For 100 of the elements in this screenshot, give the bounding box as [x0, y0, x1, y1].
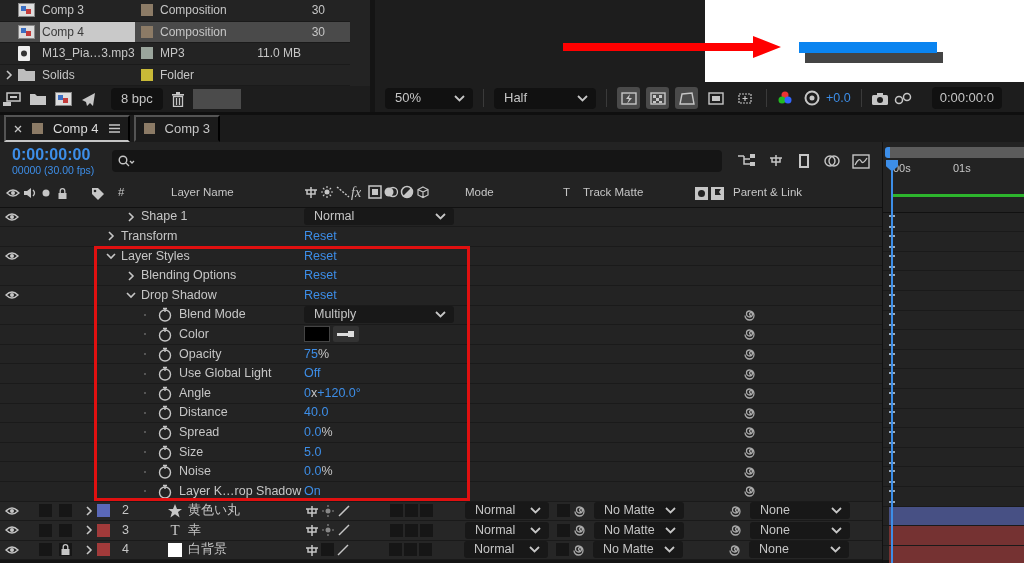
- sun-icon[interactable]: [319, 184, 335, 199]
- timecode-field[interactable]: 0:00:00:0: [931, 87, 1002, 109]
- label-swatch[interactable]: [97, 543, 110, 557]
- pickwhip-icon[interactable]: [744, 484, 758, 499]
- caret-icon[interactable]: [124, 290, 138, 301]
- lightning-toggle[interactable]: [617, 87, 640, 109]
- label-swatch[interactable]: [97, 504, 110, 518]
- project-row[interactable]: Comp 3 Composition 30: [0, 0, 350, 22]
- pickwhip-icon[interactable]: [573, 543, 587, 557]
- close-icon[interactable]: [14, 124, 22, 133]
- pickwhip-icon[interactable]: [744, 327, 758, 342]
- project-row[interactable]: Comp 4 Composition 30: [0, 21, 350, 43]
- stopwatch-icon[interactable]: [158, 326, 172, 342]
- pickwhip-icon[interactable]: [744, 425, 758, 440]
- track-matte-dropdown[interactable]: No Matte: [594, 502, 684, 520]
- parent-dropdown[interactable]: None: [749, 541, 849, 559]
- shy-icon[interactable]: [303, 184, 319, 199]
- solo-dot-icon[interactable]: [42, 189, 50, 198]
- mode-dropdown[interactable]: Normal: [464, 541, 548, 559]
- sun-icon[interactable]: [320, 503, 336, 518]
- pickwhip-icon[interactable]: [744, 307, 758, 322]
- eye-icon[interactable]: [5, 251, 19, 262]
- shy-icon[interactable]: [304, 543, 320, 557]
- motion-blur-icon[interactable]: [824, 152, 840, 169]
- pickwhip-icon[interactable]: [744, 464, 758, 479]
- film-icon[interactable]: [367, 184, 383, 199]
- pickwhip-icon[interactable]: [729, 543, 743, 557]
- stopwatch-icon[interactable]: [158, 346, 172, 362]
- layer-name[interactable]: 黄色い丸: [188, 503, 240, 518]
- sun-icon[interactable]: [320, 523, 336, 538]
- caret-icon[interactable]: [84, 525, 94, 536]
- stopwatch-icon[interactable]: [158, 464, 172, 480]
- lock-icon[interactable]: [58, 187, 67, 199]
- layer-name[interactable]: 幸: [188, 522, 201, 537]
- track-matte-dropdown[interactable]: No Matte: [593, 541, 683, 559]
- reset-link[interactable]: Reset: [304, 287, 337, 302]
- interpret-footage-icon[interactable]: [3, 92, 21, 106]
- pickwhip-icon[interactable]: [744, 347, 758, 362]
- property-value[interactable]: 75%: [304, 346, 330, 361]
- shy-icon[interactable]: [304, 523, 320, 538]
- stopwatch-icon[interactable]: [158, 405, 172, 421]
- tag-icon[interactable]: [91, 186, 104, 200]
- eye-icon[interactable]: [5, 545, 19, 555]
- slash-icon[interactable]: [336, 503, 352, 518]
- graph-editor-icon[interactable]: [852, 152, 870, 169]
- color-swatch[interactable]: [304, 326, 330, 343]
- effects-column-header[interactable]: fx: [351, 184, 367, 202]
- stopwatch-icon[interactable]: [158, 483, 172, 499]
- property-value[interactable]: On: [304, 483, 321, 498]
- mask-outline-toggle[interactable]: [675, 87, 698, 109]
- camera-icon[interactable]: [871, 91, 888, 105]
- property-value[interactable]: 0.0%: [304, 424, 333, 439]
- parent-dropdown[interactable]: None: [750, 521, 850, 539]
- shy-icon[interactable]: [768, 152, 784, 167]
- menu-icon[interactable]: [108, 124, 120, 134]
- property-value[interactable]: 0.0%: [304, 464, 333, 479]
- mode-dropdown[interactable]: Normal: [304, 208, 454, 226]
- aperture-icon[interactable]: [804, 90, 820, 106]
- flag-icon[interactable]: [711, 186, 724, 200]
- half-circle-icon[interactable]: [399, 184, 415, 199]
- layer-name[interactable]: 白背景: [188, 542, 227, 557]
- zoom-dropdown[interactable]: 50%: [385, 87, 473, 109]
- pickwhip-icon[interactable]: [730, 503, 744, 518]
- label-swatch[interactable]: [141, 47, 153, 60]
- pickwhip-icon[interactable]: [730, 523, 744, 538]
- eyedropper-button[interactable]: [333, 326, 359, 343]
- property-value[interactable]: 5.0: [304, 444, 322, 459]
- slash-icon[interactable]: [335, 543, 351, 557]
- pickwhip-icon[interactable]: [744, 445, 758, 459]
- pickwhip-icon[interactable]: [744, 386, 758, 401]
- trash-icon[interactable]: [171, 91, 184, 107]
- checkerboard-toggle[interactable]: [646, 87, 669, 109]
- film-icon[interactable]: [796, 152, 812, 169]
- exposure-value[interactable]: +0.0: [826, 90, 851, 106]
- mode-dropdown[interactable]: Normal: [465, 521, 549, 539]
- motion-blur-icon[interactable]: [383, 184, 399, 199]
- reset-link[interactable]: Reset: [304, 268, 337, 283]
- paper-plane-icon[interactable]: [81, 91, 96, 107]
- color-channels-icon[interactable]: [777, 90, 793, 106]
- caret-icon[interactable]: [84, 545, 94, 555]
- slash-icon[interactable]: [335, 184, 351, 199]
- mode-dropdown[interactable]: Normal: [465, 502, 549, 520]
- work-area-bar[interactable]: [885, 146, 1024, 158]
- parent-dropdown[interactable]: None: [750, 502, 850, 520]
- property-value[interactable]: Off: [304, 366, 321, 381]
- composition-tab[interactable]: Comp 3: [133, 115, 221, 142]
- glasses-icon[interactable]: [893, 91, 912, 105]
- bit-depth-button[interactable]: 8 bpc: [111, 88, 163, 110]
- pickwhip-icon[interactable]: [574, 503, 588, 518]
- current-time[interactable]: 0:00:00:00: [12, 144, 112, 164]
- reset-link[interactable]: Reset: [304, 248, 337, 263]
- layer-name-column-header[interactable]: Layer Name: [171, 186, 291, 200]
- shy-icon[interactable]: [304, 503, 320, 518]
- track-matte-dropdown[interactable]: No Matte: [594, 521, 684, 539]
- resolution-dropdown[interactable]: Half: [494, 87, 596, 109]
- property-value[interactable]: 0x+120.0°: [304, 385, 361, 400]
- stopwatch-icon[interactable]: [158, 424, 172, 440]
- folder-icon[interactable]: [30, 93, 46, 105]
- pickwhip-icon[interactable]: [574, 523, 588, 538]
- eye-icon[interactable]: [5, 211, 19, 222]
